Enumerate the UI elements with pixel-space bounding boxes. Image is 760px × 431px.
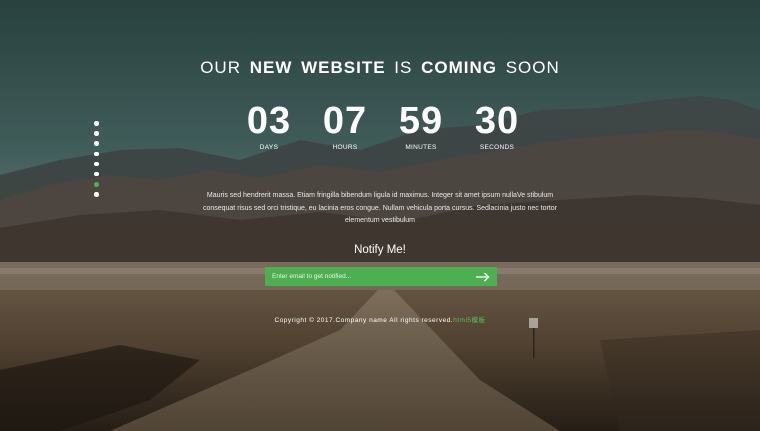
countdown-timer: 03 DAYS 07 HOURS 59 MINUTES 30 SECONDS bbox=[238, 100, 528, 151]
notify-title: Notify Me! bbox=[354, 244, 406, 256]
countdown-days: 03 DAYS bbox=[238, 100, 300, 151]
headline-word-new-website: NEW WEBSITE bbox=[249, 58, 386, 77]
headline-word-is: IS bbox=[394, 58, 413, 77]
description-line-2: consequat risus sed orci tristique, eu l… bbox=[202, 204, 558, 212]
countdown-seconds: 30 SECONDS bbox=[466, 100, 528, 151]
headline-word-coming: COMING bbox=[421, 58, 497, 77]
nav-dot-8[interactable] bbox=[94, 192, 99, 197]
nav-dot-4[interactable] bbox=[94, 151, 99, 157]
description-line-1: Mauris sed hendrerit massa. Etiam fringi… bbox=[206, 192, 554, 199]
nav-dot-3[interactable] bbox=[94, 141, 99, 146]
countdown-minutes-label: MINUTES bbox=[405, 144, 437, 151]
nav-dot-5[interactable] bbox=[94, 161, 99, 167]
page-headline: OUR NEW WEBSITE IS COMING SOON bbox=[0, 58, 760, 78]
section-nav-dots bbox=[94, 121, 99, 197]
copyright-text: Copyright © 2017.Company name All rights… bbox=[274, 317, 454, 324]
nav-dot-1[interactable] bbox=[94, 121, 99, 126]
description-line-3: elementum vestibulum bbox=[344, 217, 416, 224]
countdown-days-value: 03 bbox=[246, 100, 292, 142]
nav-dot-6[interactable] bbox=[94, 171, 99, 177]
countdown-hours-label: HOURS bbox=[332, 144, 358, 151]
nav-dot-7[interactable] bbox=[94, 182, 99, 187]
headline-word-soon: SOON bbox=[505, 58, 560, 77]
countdown-hours-value: 07 bbox=[322, 100, 368, 142]
email-input[interactable] bbox=[265, 267, 469, 286]
countdown-seconds-value: 30 bbox=[474, 100, 520, 142]
nav-dot-2[interactable] bbox=[94, 131, 99, 136]
countdown-minutes: 59 MINUTES bbox=[390, 100, 452, 151]
countdown-minutes-value: 59 bbox=[398, 100, 444, 142]
countdown-days-label: DAYS bbox=[259, 144, 279, 151]
arrow-right-icon bbox=[476, 272, 490, 281]
template-link[interactable]: html5模板 bbox=[453, 317, 485, 324]
footer-copyright: Copyright © 2017.Company name All rights… bbox=[0, 314, 760, 324]
countdown-seconds-label: SECONDS bbox=[479, 144, 515, 151]
countdown-hours: 07 HOURS bbox=[314, 100, 376, 151]
description-text: Mauris sed hendrerit massa. Etiam fringi… bbox=[200, 190, 560, 228]
submit-button[interactable] bbox=[469, 267, 497, 286]
headline-word-our: OUR bbox=[200, 58, 241, 77]
notify-form bbox=[265, 267, 497, 286]
